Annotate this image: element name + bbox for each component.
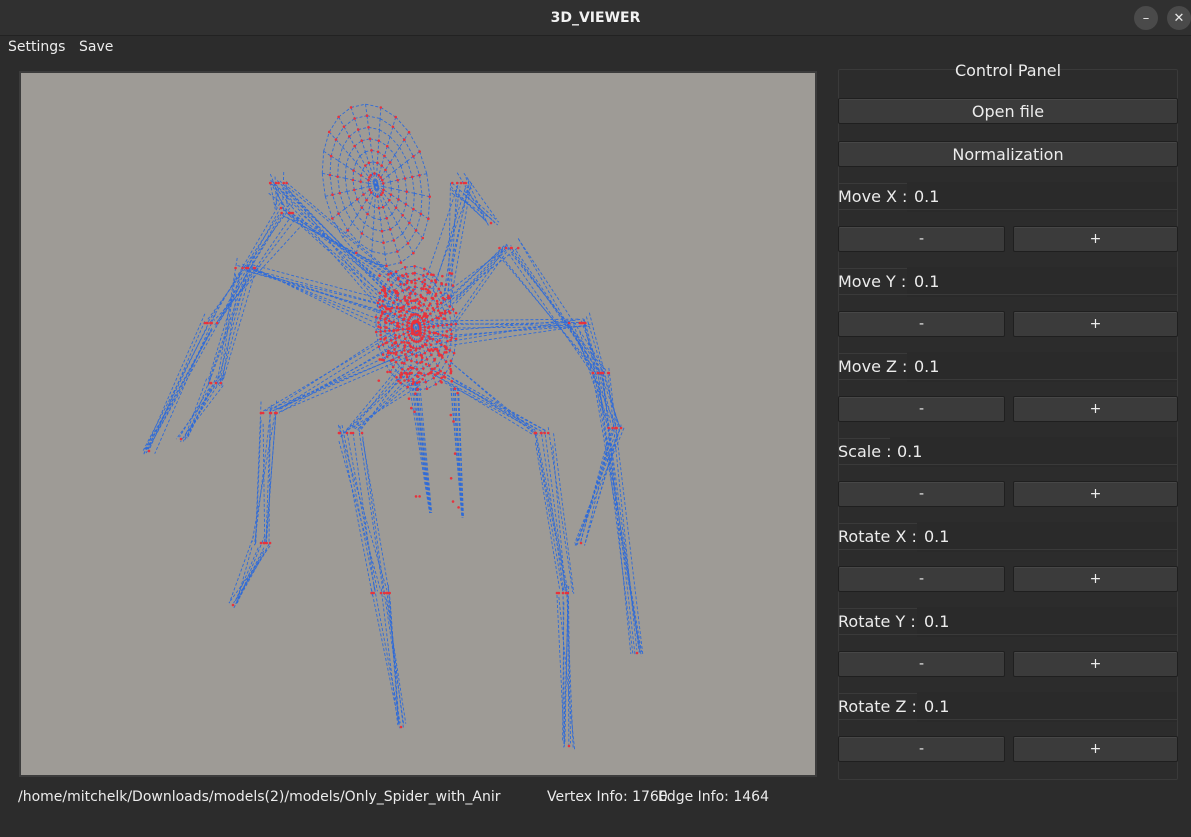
scale-plus-button[interactable]: + bbox=[1013, 481, 1178, 507]
rotate-z-input[interactable]: 0.1 bbox=[917, 692, 1177, 722]
divider bbox=[838, 719, 1178, 720]
3d-viewport[interactable] bbox=[19, 71, 817, 777]
menu-settings[interactable]: Settings bbox=[8, 39, 65, 55]
move-z-plus-button[interactable]: + bbox=[1013, 396, 1178, 422]
control-panel-title: Control Panel bbox=[954, 61, 1062, 80]
move-z-minus-button[interactable]: - bbox=[838, 396, 1005, 422]
move-x-input[interactable]: 0.1 bbox=[907, 182, 1177, 212]
rotate-y-minus-button[interactable]: - bbox=[838, 651, 1005, 677]
rotate-y-label: Rotate Y : bbox=[838, 612, 916, 631]
title-bar: 3D_VIEWER – ✕ bbox=[0, 0, 1191, 36]
rotate-z-minus-button[interactable]: - bbox=[838, 736, 1005, 762]
menu-save[interactable]: Save bbox=[79, 39, 113, 55]
divider bbox=[838, 549, 1178, 550]
divider bbox=[838, 634, 1178, 635]
scale-input[interactable]: 0.1 bbox=[890, 437, 1177, 467]
divider bbox=[838, 209, 1178, 210]
rotate-x-label: Rotate X : bbox=[838, 527, 917, 546]
divider bbox=[838, 294, 1178, 295]
menu-bar: Settings Save bbox=[0, 36, 1191, 58]
rotate-z-label: Rotate Z : bbox=[838, 697, 917, 716]
rotate-x-plus-button[interactable]: + bbox=[1013, 566, 1178, 592]
window-title: 3D_VIEWER bbox=[550, 10, 641, 26]
move-x-label: Move X : bbox=[838, 187, 908, 206]
move-x-plus-button[interactable]: + bbox=[1013, 226, 1178, 252]
move-y-label: Move Y : bbox=[838, 272, 907, 291]
rotate-y-input[interactable]: 0.1 bbox=[917, 607, 1177, 637]
rotate-y-plus-button[interactable]: + bbox=[1013, 651, 1178, 677]
move-z-label: Move Z : bbox=[838, 357, 908, 376]
move-y-input[interactable]: 0.1 bbox=[907, 267, 1177, 297]
spider-wireframe-model bbox=[142, 103, 644, 750]
rotate-z-plus-button[interactable]: + bbox=[1013, 736, 1178, 762]
minimize-icon[interactable]: – bbox=[1134, 6, 1158, 30]
rotate-x-input[interactable]: 0.1 bbox=[917, 522, 1177, 552]
close-icon[interactable]: ✕ bbox=[1167, 6, 1191, 30]
normalization-button[interactable]: Normalization bbox=[838, 141, 1178, 167]
open-file-button[interactable]: Open file bbox=[838, 98, 1178, 124]
wireframe-edges bbox=[142, 103, 644, 750]
move-x-minus-button[interactable]: - bbox=[838, 226, 1005, 252]
scale-label: Scale : bbox=[838, 442, 892, 461]
edge-info-label: Edge Info: 1464 bbox=[658, 789, 769, 805]
rotate-x-minus-button[interactable]: - bbox=[838, 566, 1005, 592]
vertex-info-label: Vertex Info: 1760 bbox=[547, 789, 668, 805]
divider bbox=[838, 464, 1178, 465]
move-y-plus-button[interactable]: + bbox=[1013, 311, 1178, 337]
move-y-minus-button[interactable]: - bbox=[838, 311, 1005, 337]
divider bbox=[838, 379, 1178, 380]
scale-minus-button[interactable]: - bbox=[838, 481, 1005, 507]
move-z-input[interactable]: 0.1 bbox=[907, 352, 1177, 382]
file-path-label: /home/mitchelk/Downloads/models(2)/model… bbox=[18, 789, 501, 805]
